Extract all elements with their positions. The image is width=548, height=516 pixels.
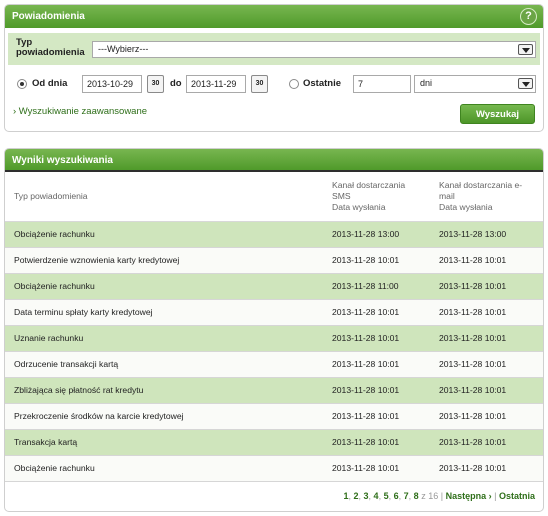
last-days-input[interactable]: 7 [353, 75, 411, 93]
row-sms-date: 2013-11-28 10:01 [332, 403, 439, 430]
page-link-8[interactable]: 8 [414, 491, 419, 501]
row-type: Uznanie rachunku [5, 325, 332, 352]
page-link-1[interactable]: 1 [343, 491, 348, 501]
notification-type-select-value: ---Wybierz--- [98, 44, 149, 54]
column-header-type: Typ powiadomienia [14, 190, 88, 201]
table-row[interactable]: Zbliżająca się płatność rat kredytu 2013… [5, 377, 543, 404]
column-header-sms-line2: SMS [332, 190, 351, 201]
calendar-icon[interactable]: 30 [251, 75, 268, 93]
period-unit-select[interactable]: dni [414, 75, 536, 93]
row-type: Odrzucenie transakcji kartą [5, 351, 332, 378]
page-link-4[interactable]: 4 [374, 491, 379, 501]
pagination: 1, 2, 3, 4, 5, 6, 7, 8 z 16 | Następna ›… [343, 491, 535, 501]
date-filter-row: Od dnia 2013-10-29 30 do 2013-11-29 30 O… [8, 69, 540, 99]
page-count: z 16 [421, 491, 439, 501]
row-sms-date: 2013-11-28 10:01 [332, 325, 439, 352]
table-row[interactable]: Obciążenie rachunku 2013-11-28 11:00 201… [5, 273, 543, 300]
row-sms-date: 2013-11-28 10:01 [332, 299, 439, 326]
separator: | [440, 491, 444, 501]
row-sms-date: 2013-11-28 10:01 [332, 377, 439, 404]
column-header-sms: Kanał dostarczania SMS Data wysłania [332, 172, 439, 221]
notification-type-label-line2: powiadomienia [16, 47, 85, 58]
table-row[interactable]: Odrzucenie transakcji kartą 2013-11-28 1… [5, 351, 543, 378]
row-type: Transakcja kartą [5, 429, 332, 456]
advanced-search-link[interactable]: › Wyszukiwanie zaawansowane [13, 106, 147, 117]
calendar-icon[interactable]: 30 [147, 75, 164, 93]
notification-type-select[interactable]: ---Wybierz--- [92, 41, 536, 58]
row-type: Obciążenie rachunku [5, 455, 332, 482]
row-type: Data terminu spłaty karty kredytowej [5, 299, 332, 326]
last-page-link[interactable]: Ostatnia [499, 491, 535, 501]
date-from-input[interactable]: 2013-10-29 [82, 75, 142, 93]
search-panel-header: Powiadomienia ? [5, 5, 543, 28]
results-panel-title: Wyniki wyszukiwania [12, 155, 113, 166]
period-unit-select-value: dni [420, 78, 433, 88]
last-days-label: Ostatnie [303, 78, 342, 89]
row-email-date: 2013-11-28 13:00 [439, 221, 543, 248]
results-table: Typ powiadomienia Kanał dostarczania SMS… [5, 172, 543, 482]
row-email-date: 2013-11-28 10:01 [439, 455, 543, 482]
row-type: Zbliżająca się płatność rat kredytu [5, 377, 332, 404]
row-sms-date: 2013-11-28 10:01 [332, 455, 439, 482]
row-sms-date: 2013-11-28 10:01 [332, 247, 439, 274]
column-header-email-line3: Data wysłania [439, 201, 493, 212]
date-to-input[interactable]: 2013-11-29 [186, 75, 246, 93]
row-email-date: 2013-11-28 10:01 [439, 429, 543, 456]
column-header-email-line1: Kanał dostarczania e- [439, 179, 523, 190]
row-email-date: 2013-11-28 10:01 [439, 325, 543, 352]
table-row[interactable]: Obciążenie rachunku 2013-11-28 13:00 201… [5, 221, 543, 248]
row-type: Potwierdzenie wznowienia karty kredytowe… [5, 247, 332, 274]
chevron-down-icon[interactable] [518, 78, 533, 89]
row-type: Obciążenie rachunku [5, 273, 332, 300]
row-sms-date: 2013-11-28 10:01 [332, 351, 439, 378]
column-header-email: Kanał dostarczania e- mail Data wysłania [439, 172, 543, 221]
date-range-radio[interactable] [17, 79, 27, 89]
page-link-3[interactable]: 3 [364, 491, 369, 501]
table-row[interactable]: Uznanie rachunku 2013-11-28 10:01 2013-1… [5, 325, 543, 352]
row-type: Przekroczenie środków na karcie kredytow… [5, 403, 332, 430]
next-page-link[interactable]: Następna › [446, 491, 492, 501]
page-link-6[interactable]: 6 [394, 491, 399, 501]
row-email-date: 2013-11-28 10:01 [439, 299, 543, 326]
date-to-label: do [170, 78, 182, 89]
notification-type-row: Typ powiadomienia ---Wybierz--- [8, 33, 540, 65]
table-row[interactable]: Data terminu spłaty karty kredytowej 201… [5, 299, 543, 326]
row-type: Obciążenie rachunku [5, 221, 332, 248]
column-header-sms-line3: Data wysłania [332, 201, 386, 212]
table-row[interactable]: Obciążenie rachunku 2013-11-28 10:01 201… [5, 455, 543, 482]
row-sms-date: 2013-11-28 10:01 [332, 429, 439, 456]
chevron-down-icon[interactable] [518, 44, 533, 55]
search-panel-title: Powiadomienia [12, 11, 85, 22]
row-sms-date: 2013-11-28 13:00 [332, 221, 439, 248]
help-icon[interactable]: ? [520, 8, 537, 25]
page-link-7[interactable]: 7 [404, 491, 409, 501]
column-header-sms-line1: Kanał dostarczania [332, 179, 406, 190]
row-sms-date: 2013-11-28 11:00 [332, 273, 439, 300]
table-row[interactable]: Transakcja kartą 2013-11-28 10:01 2013-1… [5, 429, 543, 456]
last-days-radio[interactable] [289, 79, 299, 89]
table-row[interactable]: Przekroczenie środków na karcie kredytow… [5, 403, 543, 430]
page-link-2[interactable]: 2 [353, 491, 358, 501]
notification-type-label: Typ powiadomienia [16, 38, 85, 58]
row-email-date: 2013-11-28 10:01 [439, 247, 543, 274]
results-panel: Wyniki wyszukiwania Typ powiadomienia Ka… [4, 148, 544, 512]
results-panel-header: Wyniki wyszukiwania [5, 149, 543, 172]
page-link-5[interactable]: 5 [384, 491, 389, 501]
table-header-row: Typ powiadomienia Kanał dostarczania SMS… [5, 172, 543, 221]
date-from-label: Od dnia [32, 78, 68, 89]
search-panel: Powiadomienia ? Typ powiadomienia ---Wyb… [4, 4, 544, 132]
row-email-date: 2013-11-28 10:01 [439, 403, 543, 430]
row-email-date: 2013-11-28 10:01 [439, 273, 543, 300]
row-email-date: 2013-11-28 10:01 [439, 377, 543, 404]
separator: | [494, 491, 497, 501]
table-row[interactable]: Potwierdzenie wznowienia karty kredytowe… [5, 247, 543, 274]
column-header-email-line2: mail [439, 190, 455, 201]
search-button[interactable]: Wyszukaj [460, 104, 535, 124]
row-email-date: 2013-11-28 10:01 [439, 351, 543, 378]
